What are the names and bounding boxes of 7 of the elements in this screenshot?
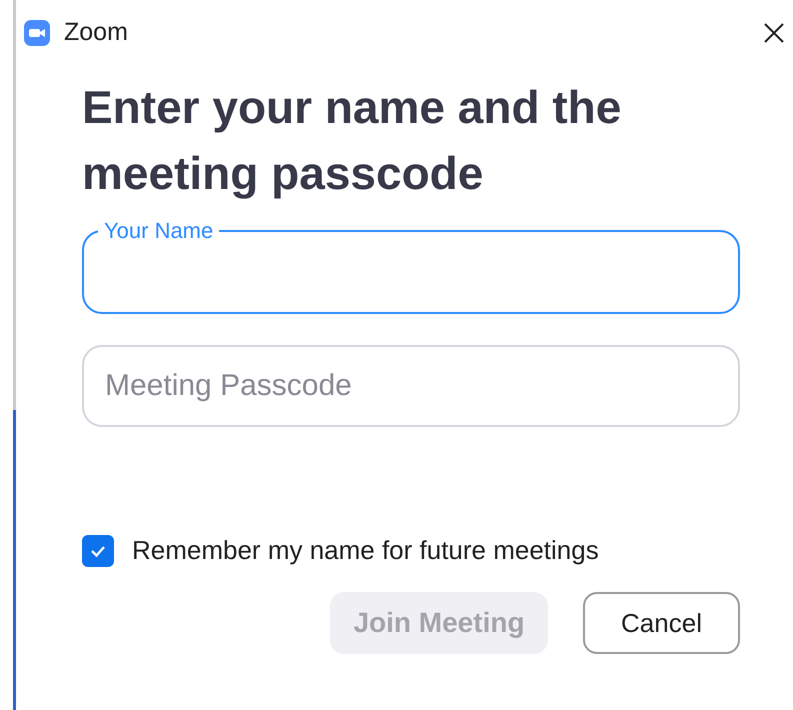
- video-camera-icon: [24, 20, 50, 46]
- window-title: Zoom: [64, 17, 128, 48]
- passcode-field[interactable]: Meeting Passcode: [82, 345, 740, 427]
- cancel-button[interactable]: Cancel: [583, 592, 740, 654]
- dialog-heading: Enter your name and the meeting passcode: [82, 80, 622, 201]
- remember-checkbox[interactable]: [82, 534, 114, 566]
- remember-label: Remember my name for future meetings: [132, 534, 599, 567]
